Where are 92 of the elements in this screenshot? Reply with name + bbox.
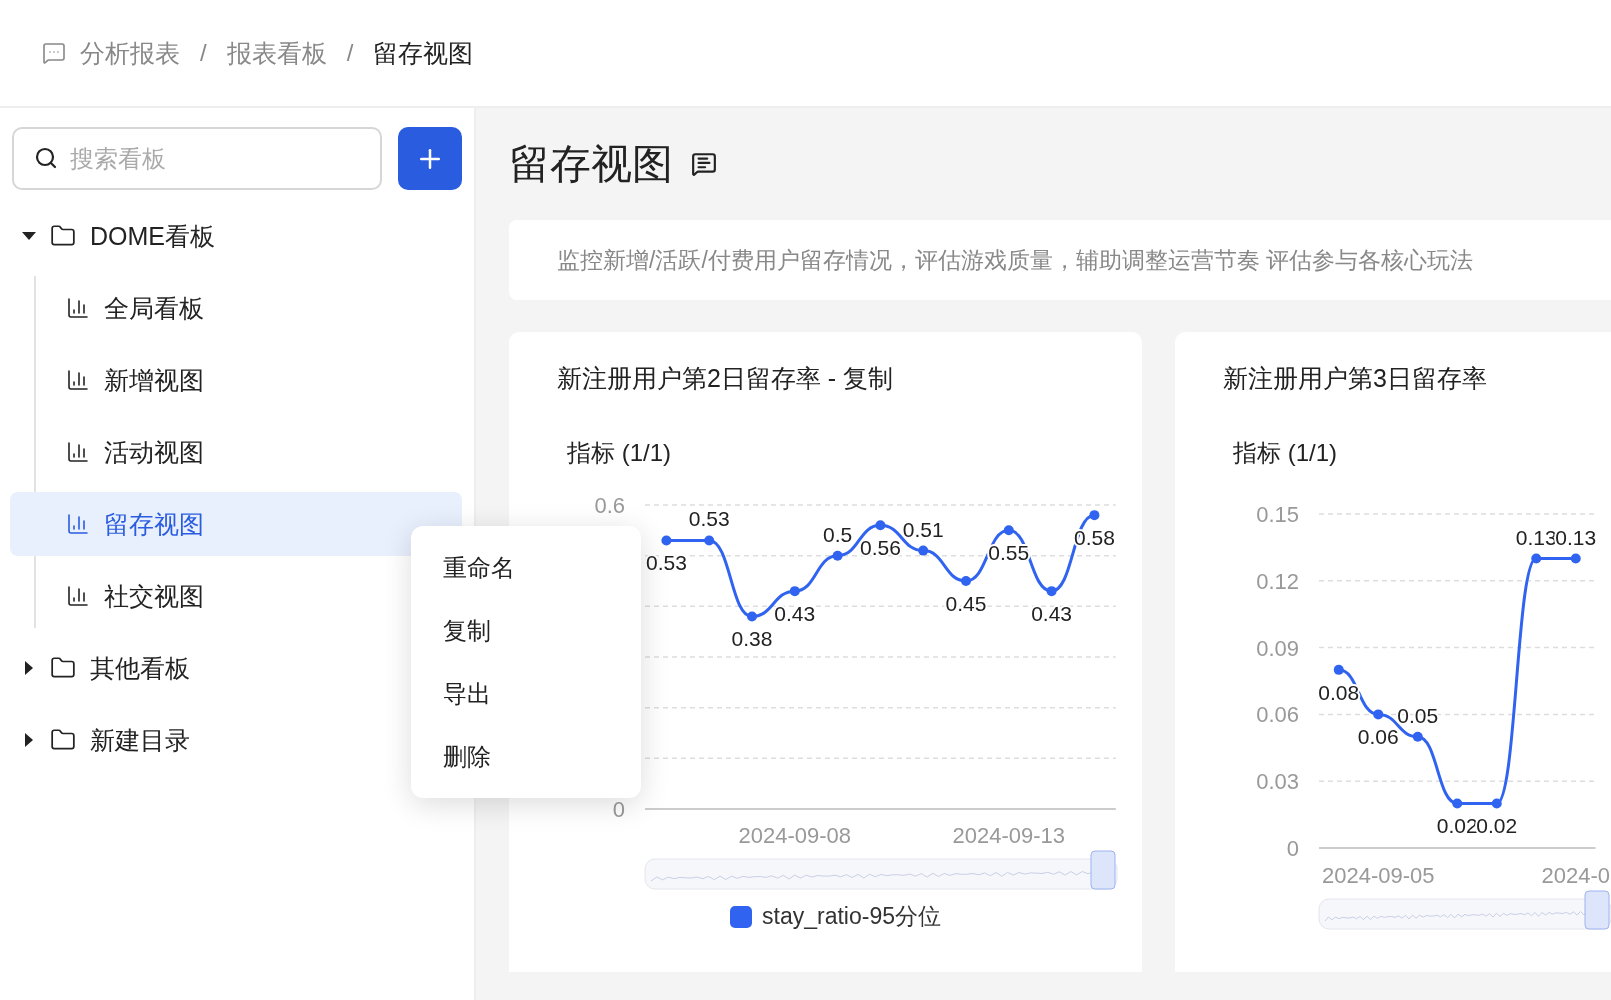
breadcrumb-link[interactable]: 报表看板: [226, 36, 327, 70]
x-axis-label: 2024-09-05: [1322, 863, 1435, 888]
y-axis-label: 0: [612, 797, 625, 822]
data-point: [789, 586, 800, 597]
data-point: [704, 535, 715, 546]
zoom-slider[interactable]: [644, 850, 1118, 890]
tree-item[interactable]: 留存视图: [10, 492, 462, 556]
data-label: 0.51: [902, 517, 944, 541]
tree-folder[interactable]: 其他看板: [8, 636, 206, 700]
folder-icon: [50, 727, 76, 753]
x-axis-label: 2024-09-13: [952, 823, 1066, 848]
menu-item[interactable]: 复制: [411, 599, 641, 662]
tree-folder[interactable]: DOME看板: [8, 204, 231, 268]
bar-chart-icon: [66, 584, 90, 608]
y-axis-label: 0.03: [1256, 769, 1299, 795]
data-label: 0.13: [1555, 525, 1597, 549]
zoom-slider[interactable]: [1318, 890, 1611, 930]
x-axis-label: 2024-0: [1541, 863, 1610, 888]
add-button[interactable]: [398, 127, 462, 190]
data-label: 0.43: [1031, 602, 1073, 626]
data-label: 0.38: [731, 627, 773, 651]
item-label: 活动视图: [104, 436, 204, 468]
bar-chart-icon: [66, 512, 90, 536]
description-text: 监控新增/活跃/付费用户留存情况，评估游戏质量，辅助调整运营节奏 评估参与各核心玩法: [557, 245, 1474, 275]
data-label: 0.02: [1476, 814, 1518, 838]
data-point: [875, 520, 886, 531]
item-label: 社交视图: [104, 580, 204, 612]
bar-chart-icon: [66, 296, 90, 320]
folder-icon: [50, 223, 76, 249]
search-icon: [34, 146, 58, 170]
data-point: [1003, 525, 1014, 536]
data-label: 0.43: [774, 602, 816, 626]
data-point: [1333, 664, 1344, 675]
data-label: 0.53: [688, 507, 730, 531]
data-point: [832, 550, 843, 561]
legend-label[interactable]: stay_ratio-95分位: [762, 901, 941, 932]
item-label: 新增视图: [104, 364, 204, 396]
metric-label: 指标 (1/1): [567, 438, 672, 468]
y-axis-label: 0.09: [1256, 635, 1299, 661]
data-point: [1046, 586, 1057, 597]
data-label: 0.13: [1515, 525, 1557, 549]
data-point: [1452, 798, 1463, 809]
data-label: 0.06: [1357, 725, 1399, 749]
menu-item[interactable]: 导出: [411, 662, 641, 725]
chart-title: 新注册用户第3日留存率: [1223, 363, 1488, 394]
breadcrumb-link[interactable]: 留存视图: [373, 36, 474, 70]
data-point: [961, 576, 971, 586]
item-label: 留存视图: [104, 508, 204, 540]
bar-chart-icon: [66, 440, 90, 464]
data-point: [1373, 709, 1384, 720]
comment-icon[interactable]: [691, 151, 717, 177]
tree-item[interactable]: 活动视图: [10, 420, 220, 484]
tree-item[interactable]: 新增视图: [10, 348, 220, 412]
breadcrumb-separator: /: [346, 39, 354, 67]
data-point: [1089, 510, 1100, 521]
data-label: 0.45: [945, 592, 987, 615]
bar-chart-icon: [66, 368, 90, 392]
tree-item[interactable]: 社交视图: [10, 564, 220, 628]
search-field[interactable]: 搜索看板: [12, 127, 382, 190]
folder-icon: [50, 655, 76, 681]
data-label: 0.08: [1318, 680, 1360, 704]
tree-item[interactable]: 全局看板: [10, 276, 220, 340]
data-point: [747, 611, 757, 622]
data-point: [918, 545, 929, 556]
metric-label: 指标 (1/1): [1233, 438, 1338, 468]
folder-label: 其他看板: [90, 652, 190, 684]
message-icon: [42, 41, 66, 65]
data-label: 0.02: [1436, 814, 1478, 838]
y-axis-label: 0: [1286, 836, 1299, 861]
data-point: [661, 535, 672, 546]
data-label: 0.05: [1397, 703, 1439, 727]
menu-item[interactable]: 删除: [411, 725, 641, 788]
tree-folder[interactable]: 新建目录: [8, 708, 206, 772]
breadcrumb-separator: /: [200, 39, 207, 67]
page-title: 留存视图: [509, 139, 673, 189]
chart-title: 新注册用户第2日留存率 - 复制: [557, 363, 895, 394]
data-point: [1491, 798, 1502, 809]
data-point: [1412, 731, 1423, 742]
folder-label: DOME看板: [90, 220, 215, 252]
y-axis-label: 0.6: [594, 497, 625, 518]
y-axis-label: 0.15: [1256, 502, 1299, 527]
data-label: 0.53: [645, 551, 687, 575]
y-axis-label: 0.06: [1256, 702, 1299, 728]
folder-label: 新建目录: [90, 724, 190, 756]
data-point: [1531, 553, 1542, 564]
x-axis-label: 2024-09-08: [738, 823, 852, 848]
breadcrumb-link[interactable]: 分析报表: [80, 36, 180, 70]
item-label: 全局看板: [104, 292, 204, 324]
data-label: 0.5: [823, 522, 853, 546]
data-label: 0.56: [859, 536, 901, 560]
y-axis-label: 0.12: [1256, 568, 1299, 594]
data-point: [1570, 553, 1581, 564]
